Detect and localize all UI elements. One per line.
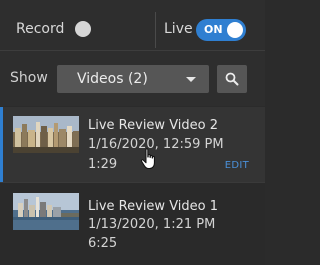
show-label: Show xyxy=(10,70,48,86)
video-list-item[interactable]: Live Review Video 2 1/16/2020, 12:59 PM … xyxy=(0,107,265,182)
video-title: Live Review Video 1 xyxy=(88,199,219,214)
live-toggle[interactable]: ON xyxy=(196,19,246,41)
divider xyxy=(155,12,156,48)
search-button[interactable] xyxy=(217,65,247,93)
filter-bar: Show Videos (2) xyxy=(0,51,265,106)
live-label: Live xyxy=(164,21,193,37)
video-date: 1/13/2020, 1:21 PM xyxy=(88,217,216,232)
show-dropdown-value: Videos (2) xyxy=(77,71,148,87)
show-dropdown[interactable]: Videos (2) xyxy=(57,65,209,93)
video-thumbnail xyxy=(13,193,79,230)
video-title: Live Review Video 2 xyxy=(88,118,219,133)
video-duration: 6:25 xyxy=(88,236,118,251)
hand-pointer-icon xyxy=(140,148,155,169)
video-list-item[interactable]: Live Review Video 1 1/13/2020, 1:21 PM 6… xyxy=(0,183,265,265)
record-toggle[interactable] xyxy=(75,21,91,37)
video-list: Live Review Video 2 1/16/2020, 12:59 PM … xyxy=(0,107,265,265)
top-bar: Record Live ON xyxy=(0,0,265,50)
record-label: Record xyxy=(16,21,65,37)
video-duration: 1:29 xyxy=(88,157,118,172)
search-icon xyxy=(225,72,239,86)
selected-indicator xyxy=(0,107,3,182)
live-toggle-text: ON xyxy=(204,23,223,36)
chevron-down-icon xyxy=(186,77,196,82)
video-thumbnail xyxy=(13,116,79,153)
live-toggle-knob xyxy=(227,22,243,38)
edit-button[interactable]: EDIT xyxy=(225,160,249,172)
